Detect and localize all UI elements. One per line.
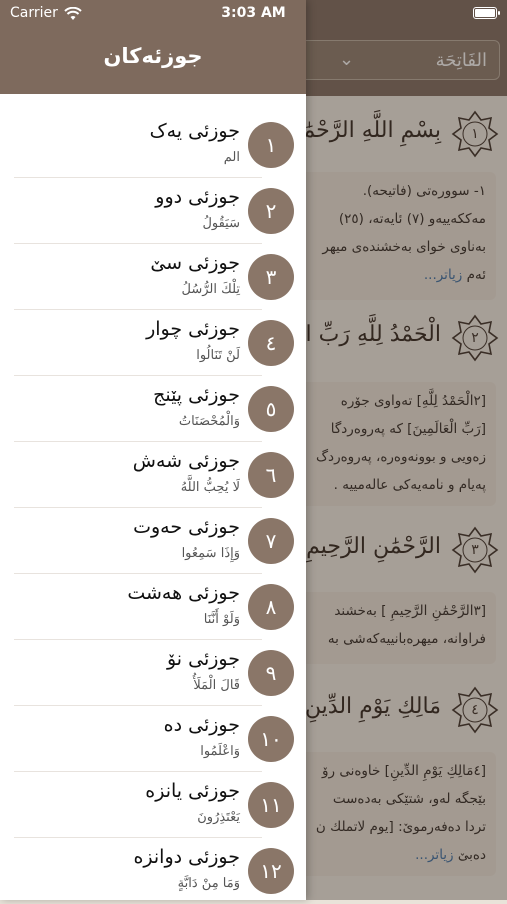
juz-number-badge: ٩ (248, 650, 294, 696)
status-bar: Carrier 3:03 AM (0, 0, 507, 28)
juz-number-badge: ٧ (248, 518, 294, 564)
juz-list-item[interactable]: ٣ جوزئی سێ تِلْكَ الرُّسُلُ (0, 244, 306, 310)
juz-number-badge: ٦ (248, 452, 294, 498)
juz-list-item[interactable]: ٤ جوزئی چوار لَنْ تَنَالُوا (0, 310, 306, 376)
juz-subtitle: وَإِذَا سَمِعُوا (181, 546, 240, 561)
juz-list-item[interactable]: ٦ جوزئی شەش لَا يُحِبُّ اللَّهُ (0, 442, 306, 508)
juz-subtitle: لَنْ تَنَالُوا (196, 348, 240, 363)
juz-title: جوزئی دە (163, 714, 240, 736)
juz-subtitle: وَالْمُحْصَنَاتُ (178, 414, 240, 429)
juz-title: جوزئی چوار (146, 318, 240, 340)
drawer-title: جوزئەکان (103, 44, 203, 68)
juz-drawer: جوزئەکان ١ جوزئی یەک الم ٢ جوزئی دوو سَي… (0, 0, 306, 900)
juz-list-item[interactable]: ٢ جوزئی دوو سَيَقُولُ (0, 178, 306, 244)
juz-list-item[interactable]: ٨ جوزئی هەشت وَلَوْ أَنَّنَا (0, 574, 306, 640)
juz-subtitle: وَلَوْ أَنَّنَا (203, 612, 240, 627)
juz-list-item[interactable]: ٧ جوزئی حەوت وَإِذَا سَمِعُوا (0, 508, 306, 574)
juz-title: جوزئی نۆ (166, 648, 240, 670)
juz-number-badge: ١١ (248, 782, 294, 828)
juz-number-badge: ٢ (248, 188, 294, 234)
juz-subtitle: الم (223, 150, 240, 165)
juz-title: جوزئی هەشت (127, 582, 240, 604)
juz-number-badge: ١ (248, 122, 294, 168)
juz-title: جوزئی شەش (132, 450, 240, 472)
juz-subtitle: لَا يُحِبُّ اللَّهُ (180, 480, 240, 495)
juz-list-item[interactable]: ١٢ جوزئی دوانزە وَمَا مِنْ دَابَّةٍ (0, 838, 306, 904)
juz-list: ١ جوزئی یەک الم ٢ جوزئی دوو سَيَقُولُ ٣ … (0, 112, 306, 904)
juz-title: جوزئی حەوت (133, 516, 240, 538)
juz-title: جوزئی یانزە (145, 780, 240, 802)
juz-title: جوزئی سێ (150, 252, 240, 274)
juz-title: جوزئی دوانزە (133, 846, 240, 868)
juz-number-badge: ١٢ (248, 848, 294, 894)
juz-list-item[interactable]: ١ جوزئی یەک الم (0, 112, 306, 178)
juz-number-badge: ٣ (248, 254, 294, 300)
juz-title: جوزئی پێنج (153, 384, 240, 406)
juz-number-badge: ٤ (248, 320, 294, 366)
clock: 3:03 AM (221, 5, 286, 21)
juz-title: جوزئی دوو (155, 186, 240, 208)
juz-list-item[interactable]: ١١ جوزئی یانزە يَعْتَذِرُونَ (0, 772, 306, 838)
juz-subtitle: تِلْكَ الرُّسُلُ (181, 282, 241, 297)
juz-list-item[interactable]: ٩ جوزئی نۆ قَالَ الْمَلَأُ (0, 640, 306, 706)
juz-subtitle: قَالَ الْمَلَأُ (193, 678, 240, 693)
juz-subtitle: سَيَقُولُ (202, 216, 240, 231)
juz-subtitle: يَعْتَذِرُونَ (197, 810, 240, 825)
juz-subtitle: وَاعْلَمُوا (200, 744, 240, 759)
battery-icon (473, 7, 500, 19)
juz-number-badge: ١٠ (248, 716, 294, 762)
juz-list-item[interactable]: ٥ جوزئی پێنج وَالْمُحْصَنَاتُ (0, 376, 306, 442)
juz-subtitle: وَمَا مِنْ دَابَّةٍ (177, 876, 240, 891)
juz-title: جوزئی یەک (149, 120, 240, 142)
juz-list-item[interactable]: ١٠ جوزئی دە وَاعْلَمُوا (0, 706, 306, 772)
juz-number-badge: ٨ (248, 584, 294, 630)
juz-number-badge: ٥ (248, 386, 294, 432)
